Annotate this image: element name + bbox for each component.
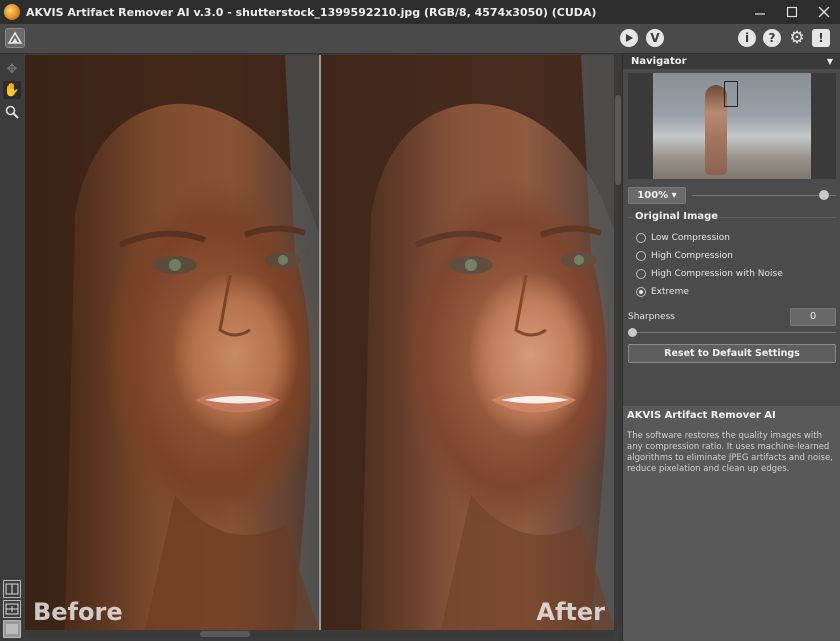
- compare-view-icon: [5, 603, 19, 615]
- akvis-logo-icon: [7, 31, 23, 44]
- horizontal-scroll-thumb[interactable]: [200, 631, 250, 637]
- horizontal-scrollbar[interactable]: [25, 630, 614, 638]
- settings-panel: Navigator ▼ 100% ▾ Original Image Low Co…: [622, 54, 840, 641]
- split-view-icon: [5, 583, 19, 595]
- radio-extreme[interactable]: [636, 287, 646, 297]
- option-label: High Compression: [651, 251, 733, 261]
- option-label: Extreme: [651, 287, 689, 297]
- gear-icon: ⚙: [789, 28, 805, 48]
- zoom-row: 100% ▾: [628, 187, 836, 205]
- option-label: Low Compression: [651, 233, 730, 243]
- hand-icon: ✋: [3, 82, 21, 98]
- radio-high-compression[interactable]: [636, 251, 646, 261]
- sharpness-slider[interactable]: [628, 332, 836, 333]
- help-panel: AKVIS Artifact Remover AI The software r…: [623, 406, 840, 641]
- chevron-down-icon[interactable]: ▼: [827, 54, 833, 69]
- sharpness-input[interactable]: 0: [790, 308, 836, 326]
- close-button[interactable]: [808, 0, 840, 24]
- compare-view-button[interactable]: [3, 600, 21, 618]
- help-button[interactable]: ?: [763, 29, 781, 47]
- before-label: Before: [33, 598, 123, 626]
- option-label: High Compression with Noise: [651, 269, 783, 279]
- after-image: After: [321, 55, 614, 630]
- tool-strip: ✥ ✋: [0, 54, 24, 641]
- portrait-after: [321, 55, 614, 630]
- apply-button[interactable]: V: [646, 29, 664, 47]
- navigator-view-frame[interactable]: [724, 81, 738, 107]
- navigator-thumbnail: [653, 73, 811, 179]
- feedback-button[interactable]: !: [812, 29, 830, 47]
- after-label: After: [536, 598, 605, 626]
- zoom-slider[interactable]: [692, 195, 836, 196]
- zoom-dropdown[interactable]: 100% ▾: [628, 187, 686, 204]
- radio-low-compression[interactable]: [636, 233, 646, 243]
- run-button[interactable]: [620, 29, 638, 47]
- option-high-compression-noise[interactable]: High Compression with Noise: [636, 267, 783, 281]
- navigator-preview[interactable]: [628, 73, 836, 179]
- app-logo-icon: [4, 4, 20, 20]
- sharpness-slider-thumb[interactable]: [628, 328, 637, 337]
- close-icon: [818, 6, 830, 18]
- option-extreme[interactable]: Extreme: [636, 285, 689, 299]
- image-canvas[interactable]: Before After: [25, 55, 614, 630]
- option-high-compression[interactable]: High Compression: [636, 249, 733, 263]
- minimize-icon: [755, 13, 765, 15]
- split-view-button[interactable]: [3, 580, 21, 598]
- move-tool[interactable]: ✥: [3, 60, 21, 78]
- help-title: AKVIS Artifact Remover AI: [627, 410, 776, 421]
- info-button[interactable]: i: [738, 29, 756, 47]
- main-toolbar: V i ? ⚙ !: [0, 24, 840, 54]
- original-image-group-title: Original Image: [633, 211, 721, 222]
- zoom-value: 100%: [637, 190, 669, 201]
- before-image: Before: [25, 55, 319, 630]
- vertical-scrollbar[interactable]: [614, 55, 622, 630]
- zoom-tool[interactable]: [3, 103, 21, 121]
- minimize-button[interactable]: [744, 0, 776, 24]
- navigator-header[interactable]: Navigator ▼: [623, 54, 840, 69]
- title-bar: AKVIS Artifact Remover AI v.3.0 - shutte…: [0, 0, 840, 24]
- navigator-title: Navigator: [631, 56, 687, 67]
- help-text: The software restores the quality images…: [627, 431, 833, 474]
- maximize-button[interactable]: [776, 0, 808, 24]
- window-title: AKVIS Artifact Remover AI v.3.0 - shutte…: [26, 5, 597, 19]
- hand-tool[interactable]: ✋: [3, 81, 21, 99]
- settings-button[interactable]: ⚙: [788, 28, 806, 48]
- single-view-icon: [6, 624, 18, 634]
- move-icon: ✥: [6, 61, 18, 77]
- option-low-compression[interactable]: Low Compression: [636, 231, 730, 245]
- maximize-icon: [786, 6, 798, 18]
- single-view-button[interactable]: [3, 620, 21, 638]
- sharpness-label: Sharpness: [628, 312, 675, 322]
- home-button[interactable]: [5, 28, 25, 48]
- play-icon: [626, 34, 633, 42]
- zoom-icon: [5, 105, 19, 119]
- portrait-before: [25, 55, 319, 630]
- window-controls: [744, 0, 840, 24]
- zoom-slider-thumb[interactable]: [819, 190, 830, 200]
- radio-high-compression-noise[interactable]: [636, 269, 646, 279]
- vertical-scroll-thumb[interactable]: [615, 95, 621, 185]
- reset-defaults-button[interactable]: Reset to Default Settings: [628, 344, 836, 363]
